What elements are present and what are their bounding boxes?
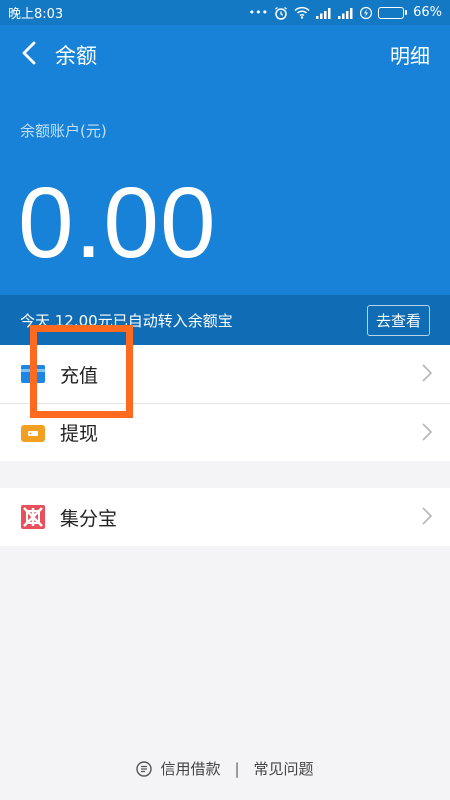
jifenbao-row[interactable]: 集分宝: [0, 488, 450, 546]
recharge-label: 充值: [60, 364, 99, 387]
page-title: 余额: [55, 44, 97, 68]
footer-links: 信用借款 | 常见问题: [0, 758, 450, 779]
signal-icon: [316, 7, 331, 19]
battery-percent: 66%: [413, 5, 442, 20]
credit-icon: [136, 760, 153, 777]
wifi-icon: [294, 6, 310, 19]
balance-header: 余额 明细 余额账户(元) 0.00 今天 12.00元已自动转入余额宝 去查看: [0, 25, 450, 345]
status-time: 晚上8:03: [8, 7, 64, 22]
chevron-left-icon: [22, 41, 36, 65]
card-icon: [20, 361, 46, 387]
recharge-row[interactable]: 充值: [0, 345, 450, 403]
account-label: 余额账户(元): [20, 122, 107, 140]
secondary-menu: 集分宝: [0, 488, 450, 546]
wallet-icon: [20, 420, 46, 446]
chevron-right-icon: [422, 507, 432, 525]
chevron-right-icon: [422, 364, 432, 382]
notice-text: 今天 12.00元已自动转入余额宝: [20, 311, 233, 330]
view-button[interactable]: 去查看: [366, 304, 430, 336]
auto-transfer-notice: 今天 12.00元已自动转入余额宝 去查看: [0, 295, 450, 345]
footer-divider: |: [234, 759, 240, 778]
nav-bar: 余额 明细: [0, 25, 450, 83]
charging-icon: [360, 6, 373, 19]
withdraw-row[interactable]: 提现: [0, 403, 450, 461]
back-button[interactable]: [14, 38, 44, 68]
status-bar: 晚上8:03 ••• 66%: [0, 0, 450, 25]
signal-icon: [338, 7, 353, 19]
primary-menu: 充值 提现: [0, 345, 450, 461]
chevron-right-icon: [422, 423, 432, 441]
detail-link[interactable]: 明细: [390, 40, 430, 69]
status-icons: ••• 66%: [249, 5, 442, 20]
alarm-icon: [275, 6, 287, 20]
balance-amount: 0.00: [18, 167, 217, 279]
battery-icon: [378, 6, 408, 19]
jifenbao-label: 集分宝: [60, 507, 118, 530]
more-dots-icon: •••: [248, 6, 269, 19]
credit-loan-link[interactable]: 信用借款: [160, 758, 220, 779]
faq-link[interactable]: 常见问题: [254, 758, 314, 779]
withdraw-label: 提现: [60, 423, 99, 445]
jifenbao-icon: [20, 504, 46, 530]
